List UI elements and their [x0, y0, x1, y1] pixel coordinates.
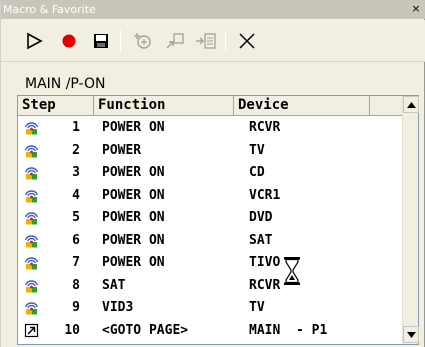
remote-signal-icon [24, 233, 39, 248]
delete-icon [239, 33, 255, 49]
play-icon [27, 32, 43, 50]
toolbar-separator [225, 30, 226, 52]
insert-step-icon [134, 33, 151, 49]
table-row[interactable]: 2 POWER TV [18, 140, 403, 163]
remote-signal-icon [24, 143, 39, 158]
play-button[interactable] [21, 28, 47, 54]
column-header-function[interactable]: Function [94, 96, 234, 116]
remote-signal-icon [24, 188, 39, 203]
window-title: Macro & Favorite [3, 3, 96, 16]
step-function: <GOTO PAGE> [102, 322, 189, 338]
step-number: 1 [72, 120, 80, 135]
step-device: TIVO [249, 255, 281, 270]
step-device: TV [249, 142, 265, 158]
remote-signal-icon [24, 278, 39, 293]
step-device: DVD [249, 210, 273, 225]
table-row[interactable]: 9 VID3 TV [18, 297, 403, 320]
table-body: 1 POWER ON RCVR 2 POWER TV 3 POWER ON CD 4 POWER O… [18, 117, 403, 344]
step-function: POWER [102, 142, 142, 158]
table-row[interactable]: 3 POWER ON CD [18, 162, 403, 185]
jump-button[interactable] [162, 28, 188, 54]
step-device: VCR1 [249, 187, 281, 203]
table-row[interactable]: 10 <GOTO PAGE> MAIN - P1 [18, 320, 403, 343]
step-device: SAT [249, 232, 273, 248]
vertical-scrollbar[interactable] [402, 96, 419, 344]
step-function: POWER ON [102, 210, 165, 225]
goto-page-icon [24, 323, 39, 338]
table-row[interactable]: 6 POWER ON SAT [18, 230, 403, 253]
remote-signal-icon [24, 255, 39, 270]
step-function: VID3 [102, 300, 134, 315]
insert-macro-icon [196, 33, 216, 49]
step-number: 8 [72, 277, 80, 293]
macro-path-label: MAIN /P-ON [25, 76, 106, 92]
macro-steps-table: Step Function Device 1 POWER ON RCVR 2 POWER… [17, 95, 419, 345]
step-number: 7 [72, 255, 80, 270]
step-number: 2 [72, 142, 80, 158]
step-device: CD [249, 165, 265, 180]
column-header-step[interactable]: Step [18, 96, 94, 116]
column-header-filler [370, 96, 403, 116]
step-device: TV [249, 300, 265, 315]
title-bar[interactable]: Macro & Favorite × [1, 0, 425, 19]
step-device: RCVR [249, 120, 281, 135]
jump-icon [166, 33, 184, 49]
table-header: Step Function Device [18, 96, 403, 116]
save-icon [94, 34, 108, 48]
table-row[interactable]: 7 POWER ON TIVO [18, 252, 403, 275]
close-button[interactable]: × [409, 2, 423, 16]
step-number: 4 [72, 187, 80, 203]
step-function: POWER ON [102, 232, 165, 248]
remote-signal-icon [24, 300, 39, 315]
hourglass-icon [284, 257, 300, 285]
record-button[interactable] [56, 28, 82, 54]
step-function: POWER ON [102, 187, 165, 203]
scroll-down-button[interactable] [403, 326, 419, 343]
step-function: SAT [102, 277, 126, 293]
remote-signal-icon [24, 120, 39, 135]
delete-button[interactable] [234, 28, 260, 54]
toolbar-separator [120, 30, 121, 52]
step-device: RCVR [249, 277, 281, 293]
step-number: 9 [72, 300, 80, 315]
step-number: 10 [64, 322, 80, 338]
macro-favorite-window: Macro & Favorite × MAIN /P-ON Step Funct… [0, 0, 425, 347]
step-number: 5 [72, 210, 80, 225]
table-row[interactable]: 4 POWER ON VCR1 [18, 185, 403, 208]
column-header-device[interactable]: Device [234, 96, 370, 116]
table-row[interactable]: 8 SAT RCVR [18, 275, 403, 298]
record-icon [62, 34, 76, 48]
table-row[interactable]: 5 POWER ON DVD [18, 207, 403, 230]
step-device: MAIN - P1 [249, 322, 328, 338]
step-number: 3 [72, 165, 80, 180]
step-function: POWER ON [102, 120, 165, 135]
remote-signal-icon [24, 210, 39, 225]
arrow-up-icon [406, 101, 416, 108]
scroll-up-button[interactable] [403, 96, 419, 113]
save-button[interactable] [88, 28, 114, 54]
remote-signal-icon [24, 165, 39, 180]
arrow-down-icon [406, 331, 416, 338]
step-function: POWER ON [102, 255, 165, 270]
step-function: POWER ON [102, 165, 165, 180]
step-number: 6 [72, 232, 80, 248]
insert-step-button[interactable] [129, 28, 155, 54]
toolbar [1, 20, 425, 62]
table-row[interactable]: 1 POWER ON RCVR [18, 117, 403, 140]
insert-macro-button[interactable] [193, 28, 219, 54]
